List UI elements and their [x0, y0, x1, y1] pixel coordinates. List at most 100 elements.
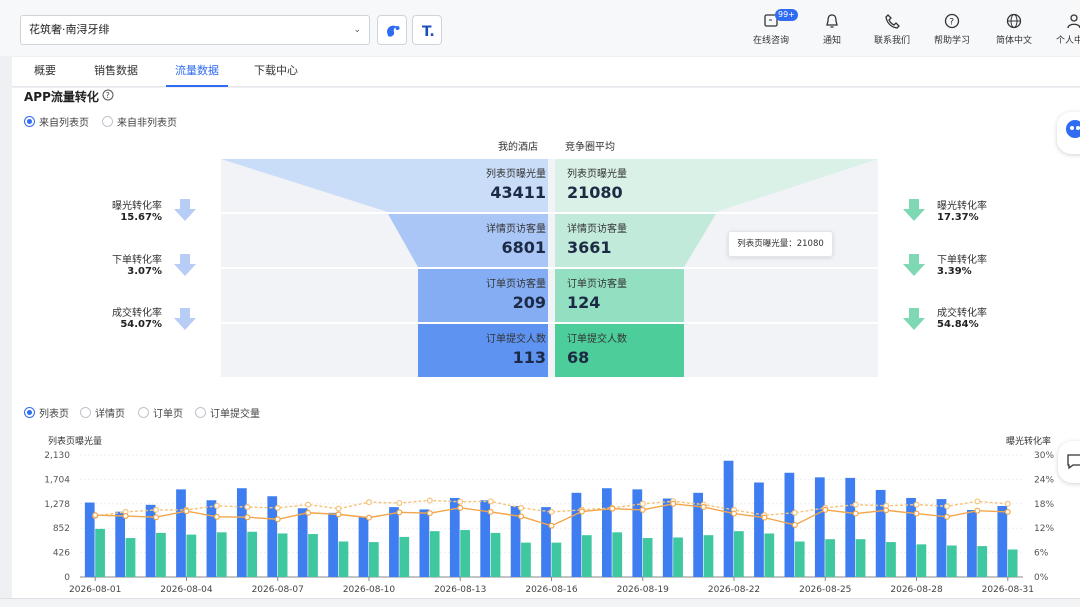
- tab-overview[interactable]: 概要: [22, 57, 68, 87]
- chart-bar[interactable]: [521, 542, 531, 577]
- line-point[interactable]: [244, 514, 251, 521]
- line-point[interactable]: [335, 505, 342, 512]
- line-point[interactable]: [153, 506, 160, 513]
- chart-bar[interactable]: [906, 497, 916, 577]
- chart-bar[interactable]: [601, 488, 612, 577]
- line-point[interactable]: [913, 510, 920, 517]
- chart-bar[interactable]: [754, 482, 764, 577]
- line-point[interactable]: [518, 504, 525, 511]
- line-point[interactable]: [457, 498, 464, 505]
- chart-bar[interactable]: [794, 541, 805, 577]
- radio-list-page[interactable]: 列表页: [24, 405, 69, 420]
- chart-bar[interactable]: [328, 512, 338, 577]
- toolbar-user-button[interactable]: 个人中心: [1044, 12, 1080, 46]
- toolbar-bell-button[interactable]: 通知: [802, 12, 862, 46]
- chart-bar[interactable]: [216, 532, 227, 577]
- line-point[interactable]: [213, 513, 220, 520]
- line-point[interactable]: [518, 513, 525, 520]
- line-point[interactable]: [639, 506, 646, 513]
- line-point[interactable]: [487, 508, 494, 515]
- radio-order-page[interactable]: 订单页: [138, 405, 183, 420]
- tab-sales-data[interactable]: 销售数据: [86, 57, 146, 87]
- chart-bar[interactable]: [967, 509, 977, 577]
- toolbar-phone-button[interactable]: 联系我们: [862, 12, 922, 46]
- chart-bar[interactable]: [389, 507, 399, 577]
- line-point[interactable]: [791, 521, 798, 528]
- line-point[interactable]: [1004, 500, 1011, 507]
- chart-bar[interactable]: [936, 499, 947, 577]
- line-point[interactable]: [365, 499, 372, 506]
- toolbar-help-button[interactable]: ? 帮助学习: [922, 12, 982, 46]
- line-point[interactable]: [609, 505, 616, 512]
- line-point[interactable]: [213, 502, 220, 509]
- chart-bar[interactable]: [247, 531, 258, 577]
- chart-bar[interactable]: [460, 530, 470, 577]
- chart-bar[interactable]: [825, 539, 836, 577]
- chart-bar[interactable]: [399, 536, 410, 577]
- hotel-select[interactable]: 花筑奢·南浔牙绯 ⌄: [20, 15, 370, 45]
- line-point[interactable]: [365, 514, 372, 521]
- line-point[interactable]: [92, 512, 99, 519]
- line-point[interactable]: [578, 508, 585, 515]
- toolbar-chat-button[interactable]: 在线咨询 99+: [741, 9, 801, 46]
- chart-bar[interactable]: [419, 509, 430, 577]
- text-tool-button[interactable]: T.: [412, 15, 442, 45]
- line-point[interactable]: [913, 501, 920, 508]
- chart-bar[interactable]: [916, 544, 927, 577]
- tab-download-center[interactable]: 下载中心: [246, 57, 306, 87]
- chart-bar[interactable]: [814, 477, 825, 577]
- chart-bar[interactable]: [541, 507, 551, 577]
- chart-bar[interactable]: [845, 477, 856, 577]
- radio-detail-page[interactable]: 详情页: [80, 405, 125, 420]
- chart-bar[interactable]: [429, 531, 440, 577]
- feedback-float-button[interactable]: [1058, 441, 1080, 483]
- chart-bar[interactable]: [581, 535, 592, 577]
- line-point[interactable]: [883, 507, 890, 514]
- chart-bar[interactable]: [886, 542, 896, 577]
- line-point[interactable]: [943, 503, 950, 510]
- line-point[interactable]: [639, 500, 646, 507]
- radio-order-submit[interactable]: 订单提交量: [195, 405, 260, 420]
- line-point[interactable]: [1004, 508, 1011, 515]
- chart-bar[interactable]: [855, 539, 866, 577]
- toolbar-globe-button[interactable]: 简体中文: [984, 12, 1044, 46]
- chart-bar[interactable]: [358, 516, 369, 577]
- line-point[interactable]: [457, 504, 464, 511]
- line-point[interactable]: [548, 508, 555, 515]
- line-point[interactable]: [396, 499, 403, 506]
- line-point[interactable]: [122, 512, 129, 519]
- line-point[interactable]: [943, 513, 950, 520]
- chart-bar[interactable]: [186, 534, 197, 577]
- chart-bar[interactable]: [236, 488, 247, 577]
- chart-bar[interactable]: [673, 537, 683, 577]
- line-point[interactable]: [670, 500, 677, 507]
- chart-bar[interactable]: [368, 542, 379, 577]
- chart-bar[interactable]: [703, 535, 714, 577]
- line-point[interactable]: [426, 510, 433, 517]
- line-point[interactable]: [487, 498, 494, 505]
- chart-bar[interactable]: [297, 508, 308, 577]
- line-point[interactable]: [974, 498, 981, 505]
- line-point[interactable]: [244, 504, 251, 511]
- line-point[interactable]: [974, 507, 981, 514]
- chart-bar[interactable]: [875, 489, 886, 577]
- chart-bar[interactable]: [662, 498, 673, 577]
- line-point[interactable]: [852, 501, 859, 508]
- line-point[interactable]: [426, 497, 433, 504]
- line-point[interactable]: [396, 509, 403, 516]
- line-point[interactable]: [822, 506, 829, 513]
- assistant-float-button[interactable]: [1057, 112, 1080, 154]
- chart-bar[interactable]: [571, 492, 582, 577]
- chart-bar[interactable]: [734, 531, 744, 577]
- chart-bar[interactable]: [490, 532, 501, 577]
- share-button[interactable]: [377, 15, 407, 45]
- chart-bar[interactable]: [551, 542, 562, 577]
- horizontal-scrollbar[interactable]: [0, 598, 1080, 607]
- line-point[interactable]: [274, 504, 281, 511]
- line-point[interactable]: [153, 514, 160, 521]
- tab-traffic-data[interactable]: 流量数据: [166, 57, 228, 87]
- chart-bar[interactable]: [338, 541, 349, 577]
- line-point[interactable]: [305, 501, 312, 508]
- line-point[interactable]: [305, 509, 312, 516]
- chart-bar[interactable]: [612, 532, 623, 577]
